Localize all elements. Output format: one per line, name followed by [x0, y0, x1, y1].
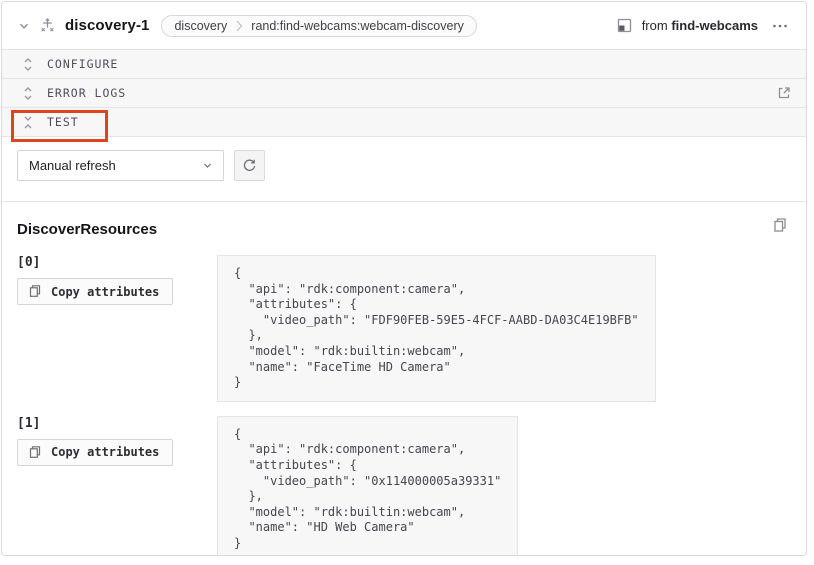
panel-header: DiscoverResources — [17, 221, 790, 238]
unfold-more-icon — [22, 86, 34, 101]
resource-card-header: discovery-1 discovery rand:find-webcams:… — [2, 2, 806, 49]
result-entry-left: [1] Copy attributes — [17, 416, 217, 466]
open-in-new-icon[interactable] — [777, 86, 791, 100]
section-configure[interactable]: CONFIGURE — [2, 49, 806, 78]
from-module-name: find-webcams — [671, 18, 758, 33]
resource-card: discovery-1 discovery rand:find-webcams:… — [1, 1, 807, 556]
badge-type: discovery — [174, 19, 227, 33]
header-left: discovery-1 discovery rand:find-webcams:… — [18, 15, 617, 37]
chevron-down-icon — [202, 160, 213, 171]
result-json: { "api": "rdk:component:camera", "attrib… — [217, 255, 656, 402]
refresh-controls: Manual refresh — [2, 137, 806, 192]
copy-icon — [28, 445, 42, 460]
section-test[interactable]: TEST — [2, 107, 806, 136]
copy-all-icon[interactable] — [772, 217, 788, 237]
badge-model: rand:find-webcams:webcam-discovery — [251, 19, 464, 33]
copy-attributes-button[interactable]: Copy attributes — [17, 278, 173, 305]
unfold-more-icon — [22, 57, 34, 72]
section-test-label: TEST — [47, 115, 79, 129]
result-index: [1] — [17, 416, 217, 431]
refresh-button[interactable] — [234, 150, 265, 181]
result-entry-left: [0] Copy attributes — [17, 255, 217, 305]
refresh-mode-select[interactable]: Manual refresh — [17, 150, 224, 181]
more-options-button[interactable] — [768, 19, 792, 33]
from-module-label: from find-webcams — [642, 18, 758, 33]
section-error-logs-label: ERROR LOGS — [47, 86, 126, 100]
copy-attributes-label: Copy attributes — [51, 445, 159, 459]
result-json: { "api": "rdk:component:camera", "attrib… — [217, 416, 518, 556]
discovery-icon — [39, 17, 56, 34]
result-entry: [1] Copy attributes { "api": "rdk:compon… — [17, 416, 790, 556]
result-index: [0] — [17, 255, 217, 270]
copy-attributes-label: Copy attributes — [51, 285, 159, 299]
chevron-right-icon — [235, 20, 243, 32]
copy-attributes-button[interactable]: Copy attributes — [17, 439, 173, 466]
header-right: from find-webcams — [617, 18, 792, 33]
unfold-less-icon — [22, 115, 34, 130]
discover-resources-panel: DiscoverResources [0] Copy attributes — [2, 202, 806, 556]
module-icon — [617, 18, 632, 33]
result-entry: [0] Copy attributes { "api": "rdk:compon… — [17, 255, 790, 402]
chevron-down-icon[interactable] — [18, 20, 30, 32]
section-configure-label: CONFIGURE — [47, 57, 118, 71]
resource-title: discovery-1 — [65, 17, 149, 34]
section-error-logs[interactable]: ERROR LOGS — [2, 78, 806, 107]
refresh-mode-value: Manual refresh — [29, 158, 116, 173]
method-name: DiscoverResources — [17, 221, 157, 238]
copy-icon — [28, 284, 42, 299]
test-section-content: Manual refresh DiscoverResources — [2, 136, 806, 556]
resource-type-badge: discovery rand:find-webcams:webcam-disco… — [161, 15, 476, 37]
